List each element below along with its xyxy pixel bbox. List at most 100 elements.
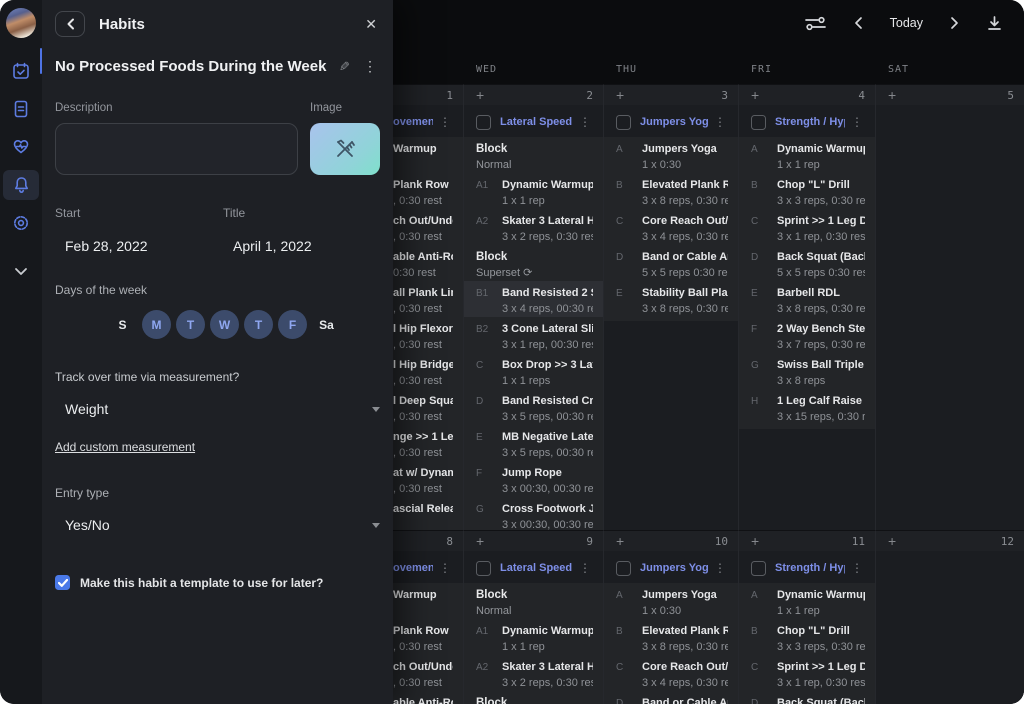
day-pill-W[interactable]: W	[210, 310, 239, 339]
workout-menu-icon[interactable]: ⋮	[845, 561, 863, 575]
exercise-item[interactable]: EBarbell RDL3 x 8 reps, 0:30 rest	[739, 281, 875, 317]
edit-pencil-icon[interactable]: ✎	[339, 59, 350, 75]
sidebar-item-notifications[interactable]	[3, 170, 39, 200]
chevron-down-icon	[372, 523, 380, 528]
exercise-item[interactable]: A2Skater 3 Lateral Hops >> ...3 x 2 reps…	[464, 209, 603, 245]
measurement-select[interactable]: Weight	[55, 401, 380, 417]
workout-menu-icon[interactable]: ⋮	[433, 561, 451, 575]
workout-menu-icon[interactable]: ⋮	[573, 115, 591, 129]
exercise-item[interactable]: BElevated Plank Row3 x 8 reps, 0:30 rest	[604, 619, 738, 655]
workout-title[interactable]: Lateral Speed / Plyo	[500, 116, 573, 128]
workout-title[interactable]: Jumpers Yoga / Core	[640, 562, 708, 574]
add-workout-button[interactable]: +	[888, 88, 896, 102]
workout-menu-icon[interactable]: ⋮	[708, 115, 726, 129]
add-workout-button[interactable]: +	[476, 534, 484, 548]
exercise-text: Warmup	[393, 143, 437, 172]
day-pill-F[interactable]: F	[278, 310, 307, 339]
workout-checkbox[interactable]	[751, 115, 766, 130]
exercise-text: Cross Footwork Jump Rope3 x 00:30, 00:30…	[502, 503, 593, 530]
avatar[interactable]	[6, 8, 36, 38]
workout-title[interactable]: ovement Q...	[393, 562, 433, 574]
add-workout-button[interactable]: +	[476, 88, 484, 102]
exercise-item[interactable]: EMB Negative Lateral Hop...3 x 5 reps, 0…	[464, 425, 603, 461]
next-week-button[interactable]	[950, 16, 960, 30]
add-workout-button[interactable]: +	[888, 534, 896, 548]
today-button[interactable]: Today	[890, 16, 923, 30]
exercise-item[interactable]: BChop "L" Drill3 x 3 reps, 0:30 rest	[739, 619, 875, 655]
workout-menu-icon[interactable]: ⋮	[708, 561, 726, 575]
exercise-item[interactable]: F2 Way Bench Step Up3 x 7 reps, 0:30 res…	[739, 317, 875, 353]
sidebar-item-documents[interactable]	[3, 94, 39, 124]
workout-checkbox[interactable]	[616, 561, 631, 576]
description-input[interactable]	[55, 123, 298, 175]
exercise-item[interactable]: CSprint >> 1 Leg Declarations3 x 1 rep, …	[739, 655, 875, 691]
day-pill-T[interactable]: T	[176, 310, 205, 339]
exercise-item[interactable]: DBand or Cable Anti Rotati...	[604, 691, 738, 704]
habit-menu-icon[interactable]: ⋮	[363, 58, 377, 75]
workout-checkbox[interactable]	[476, 115, 491, 130]
end-date-value[interactable]: April 1, 2022	[223, 238, 380, 254]
exercise-item[interactable]: A2Skater 3 Lateral Hops >> ...3 x 2 reps…	[464, 655, 603, 691]
exercise-item[interactable]: B1Band Resisted 2 Step Late...3 x 4 reps…	[464, 281, 603, 317]
day-pill-T[interactable]: T	[244, 310, 273, 339]
workout-checkbox[interactable]	[476, 561, 491, 576]
back-button[interactable]	[55, 11, 85, 37]
prev-week-button[interactable]	[853, 16, 863, 30]
exercise-item[interactable]: DBand or Cable Anti Rotati...5 x 5 reps …	[604, 245, 738, 281]
sidebar-item-health[interactable]	[3, 132, 39, 162]
day-pill-Sa[interactable]: Sa	[312, 310, 341, 339]
exercise-item[interactable]: AJumpers Yoga1 x 0:30	[604, 583, 738, 619]
exercise-item[interactable]: B23 Cone Lateral Slide3 x 1 rep, 00:30 r…	[464, 317, 603, 353]
sidebar-item-calendar[interactable]	[3, 56, 39, 86]
habit-image-tile[interactable]	[310, 123, 380, 175]
exercise-item[interactable]: DBand Resisted Crossover...3 x 5 reps, 0…	[464, 389, 603, 425]
workout-menu-icon[interactable]: ⋮	[573, 561, 591, 575]
exercise-item[interactable]: AJumpers Yoga1 x 0:30	[604, 137, 738, 173]
exercise-item[interactable]: DBack Squat (Back Off Set)5 x 5 reps 0:3…	[739, 245, 875, 281]
download-icon[interactable]	[987, 16, 1002, 31]
exercise-item[interactable]: CCore Reach Out/Under3 x 4 reps, 0:30 re…	[604, 655, 738, 691]
template-checkbox[interactable]	[55, 575, 70, 590]
close-icon[interactable]: ✕	[365, 16, 377, 33]
exercise-item[interactable]: A1Dynamic Warmup1 x 1 rep	[464, 173, 603, 209]
add-workout-button[interactable]: +	[616, 534, 624, 548]
start-date-value[interactable]: Feb 28, 2022	[55, 238, 223, 254]
add-workout-button[interactable]: +	[751, 88, 759, 102]
exercise-item[interactable]: BElevated Plank Row3 x 8 reps, 0:30 rest	[604, 173, 738, 209]
exercise-item[interactable]: ADynamic Warmup1 x 1 rep	[739, 137, 875, 173]
entry-type-select[interactable]: Yes/No	[55, 517, 380, 533]
exercise-text: Core Reach Out/Under3 x 4 reps, 0:30 res…	[642, 661, 728, 690]
workout-menu-icon[interactable]: ⋮	[845, 115, 863, 129]
workout-checkbox[interactable]	[616, 115, 631, 130]
day-pill-S[interactable]: S	[108, 310, 137, 339]
workout-title[interactable]: Strength / Hypertro...	[775, 562, 845, 574]
workout-menu-icon[interactable]: ⋮	[433, 115, 451, 129]
exercise-item[interactable]: GCross Footwork Jump Rope3 x 00:30, 00:3…	[464, 497, 603, 530]
exercise-item[interactable]: BChop "L" Drill3 x 3 reps, 0:30 rest	[739, 173, 875, 209]
habit-title: No Processed Foods During the Week	[55, 58, 326, 75]
day-pill-M[interactable]: M	[142, 310, 171, 339]
exercise-item[interactable]: H1 Leg Calf Raise3 x 15 reps, 0:30 rest	[739, 389, 875, 425]
filter-sliders-icon[interactable]	[805, 16, 826, 31]
exercise-letter: A	[751, 143, 777, 172]
add-custom-measurement-link[interactable]: Add custom measurement	[55, 440, 195, 454]
workout-title[interactable]: ovement Q...	[393, 116, 433, 128]
exercise-item[interactable]: A1Dynamic Warmup1 x 1 rep	[464, 619, 603, 655]
sidebar-expand-chevron[interactable]	[3, 256, 39, 286]
exercise-item[interactable]: FJump Rope3 x 00:30, 00:30 rest	[464, 461, 603, 497]
sidebar-item-settings[interactable]	[3, 208, 39, 238]
workout-title[interactable]: Strength / Hypertro...	[775, 116, 845, 128]
add-workout-button[interactable]: +	[616, 88, 624, 102]
exercise-item[interactable]: CBox Drop >> 3 Lateral H...1 x 1 reps	[464, 353, 603, 389]
exercise-item[interactable]: EStability Ball Plank Linear ...3 x 8 re…	[604, 281, 738, 317]
exercise-item[interactable]: ADynamic Warmup1 x 1 rep	[739, 583, 875, 619]
exercise-item[interactable]: CCore Reach Out/Under3 x 4 reps, 0:30 re…	[604, 209, 738, 245]
workout-checkbox[interactable]	[751, 561, 766, 576]
exercise-item[interactable]: CSprint >> 1 Leg Declarations3 x 1 rep, …	[739, 209, 875, 245]
exercise-item[interactable]: DBack Squat (Back Off Set)	[739, 691, 875, 704]
exercise-name: Warmup	[393, 589, 437, 602]
workout-title[interactable]: Jumpers Yoga / Core	[640, 116, 708, 128]
workout-title[interactable]: Lateral Speed / Plyo	[500, 562, 573, 574]
add-workout-button[interactable]: +	[751, 534, 759, 548]
exercise-item[interactable]: GSwiss Ball Triple Threat3 x 8 reps	[739, 353, 875, 389]
